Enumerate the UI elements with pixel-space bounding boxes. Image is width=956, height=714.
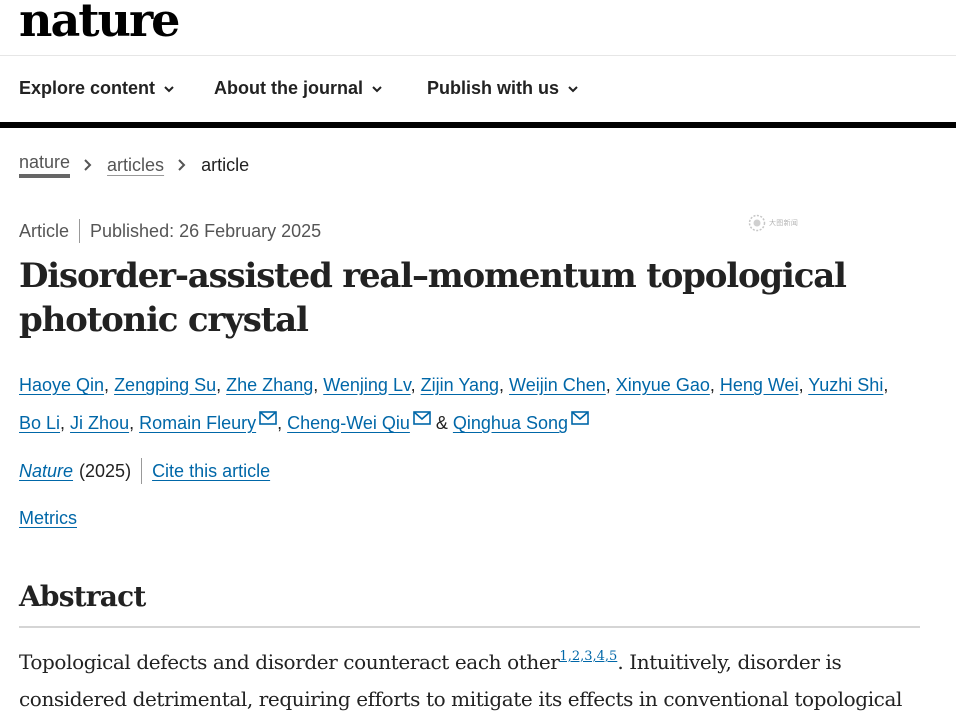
publication-year: (2025)	[79, 460, 132, 481]
watermark-seal-icon	[748, 214, 766, 232]
metrics-link[interactable]: Metrics	[19, 508, 77, 529]
citation-row: Nature (2025) Cite this article	[19, 458, 270, 484]
abstract-text: Topological defects and disorder counter…	[19, 638, 929, 714]
author-link[interactable]: Xinyue Gao	[616, 375, 710, 395]
author-link[interactable]: Bo Li	[19, 413, 60, 433]
chevron-down-icon	[568, 85, 578, 92]
reference-links[interactable]: 1,2,3,4,5	[559, 649, 617, 664]
nav-divider	[0, 122, 956, 128]
author-link[interactable]: Haoye Qin	[19, 375, 104, 395]
site-header: nature	[0, 0, 956, 56]
author-link[interactable]: Qinghua Song	[453, 413, 568, 433]
author-link[interactable]: Romain Fleury	[139, 413, 256, 433]
article-type: Article	[19, 220, 70, 241]
author-list: Haoye Qin, Zengping Su, Zhe Zhang, Wenji…	[19, 375, 889, 433]
nav-item-label: Publish with us	[427, 78, 560, 98]
abstract-text-start: Topological defects and disorder counter…	[19, 650, 560, 674]
title-line-1: Disorder-assisted real–momentum topologi…	[19, 256, 847, 296]
breadcrumb-home-link[interactable]: nature	[19, 152, 71, 178]
citation-divider	[141, 458, 143, 484]
author-link[interactable]: Heng Wei	[720, 375, 799, 395]
author-link[interactable]: Zengping Su	[114, 375, 216, 395]
cite-this-article-link[interactable]: Cite this article	[152, 461, 270, 482]
main-nav: Explore content About the journal Publis…	[0, 56, 956, 122]
nav-publish-with-us[interactable]: Publish with us	[427, 78, 579, 99]
mail-icon[interactable]	[413, 411, 431, 425]
author-link[interactable]: Weijin Chen	[509, 375, 606, 395]
published-date: Published: 26 February 2025	[90, 220, 322, 241]
breadcrumb: nature articles article	[19, 152, 249, 178]
article-meta: Article Published: 26 February 2025	[19, 219, 321, 243]
chevron-down-icon	[372, 85, 382, 92]
breadcrumb-articles-link[interactable]: articles	[107, 155, 164, 176]
author-link[interactable]: Wenjing Lv	[323, 375, 410, 395]
watermark: 大图新闻	[748, 213, 806, 233]
nature-logo[interactable]: nature	[19, 0, 180, 48]
mail-icon[interactable]	[571, 411, 589, 425]
title-line-2: photonic crystal	[19, 300, 309, 340]
nav-about-journal[interactable]: About the journal	[214, 78, 383, 99]
chevron-right-icon	[178, 159, 186, 171]
author-link[interactable]: Yuzhi Shi	[808, 375, 883, 395]
meta-divider	[79, 219, 81, 243]
author-link[interactable]: Zijin Yang	[421, 375, 499, 395]
mail-icon[interactable]	[259, 411, 277, 425]
chevron-right-icon	[84, 159, 92, 171]
nav-item-label: Explore content	[19, 78, 156, 98]
author-link[interactable]: Zhe Zhang	[226, 375, 313, 395]
journal-link[interactable]: Nature	[19, 461, 73, 482]
chevron-down-icon	[164, 85, 174, 92]
article-title: Disorder-assisted real–momentum topologi…	[19, 254, 879, 342]
breadcrumb-current: article	[201, 154, 250, 175]
watermark-text: 大图新闻	[769, 220, 799, 227]
author-link[interactable]: Cheng-Wei Qiu	[287, 413, 410, 433]
nav-item-label: About the journal	[214, 78, 363, 98]
abstract-heading: Abstract	[19, 580, 146, 613]
author-link[interactable]: Ji Zhou	[70, 413, 129, 433]
abstract-divider	[19, 626, 920, 628]
nav-explore-content[interactable]: Explore content	[19, 78, 175, 99]
